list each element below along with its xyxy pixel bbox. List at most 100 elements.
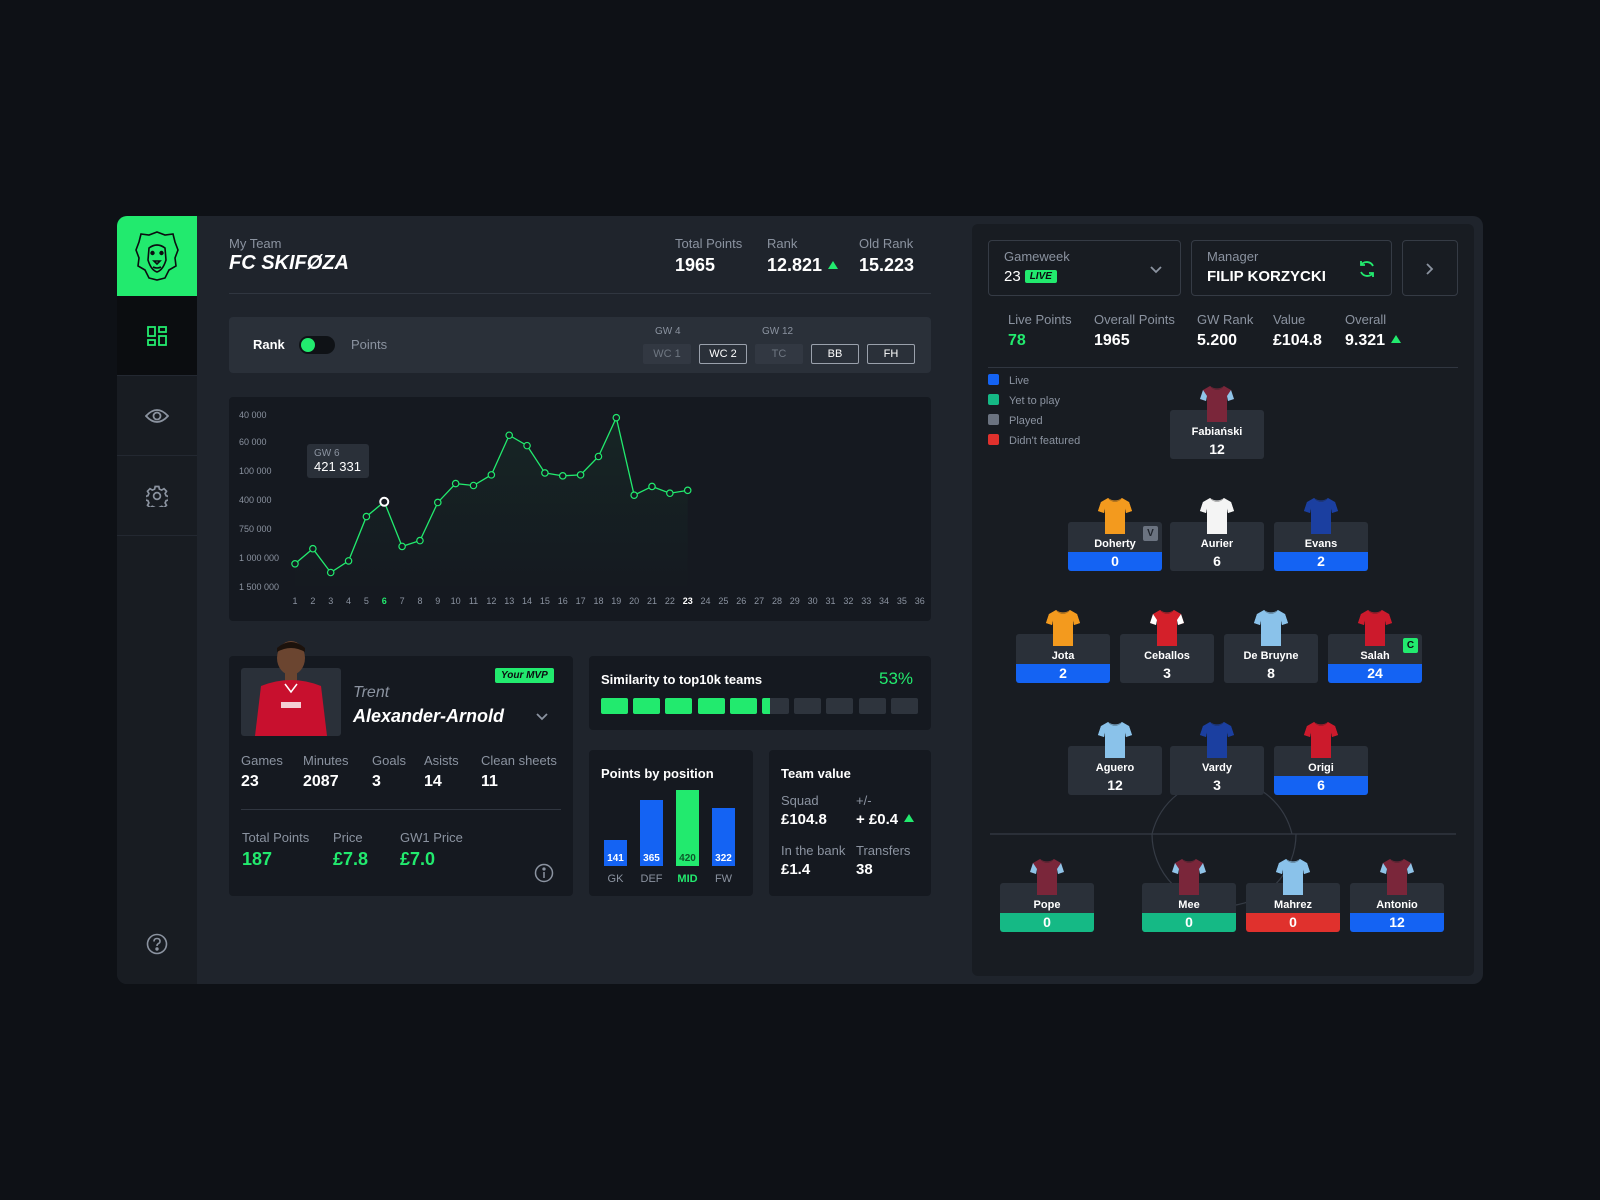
similarity-title: Similarity to top10k teams xyxy=(601,672,763,687)
chip-wc2[interactable]: WC 2 xyxy=(699,344,747,364)
rank-value: 12.821 xyxy=(767,255,839,276)
shirt-icon xyxy=(1200,722,1234,758)
x-tick-label: 29 xyxy=(790,596,800,606)
data-point[interactable] xyxy=(344,557,353,565)
position-bar[interactable]: 141 xyxy=(604,840,627,866)
shirt-icon xyxy=(1304,498,1338,534)
similarity-segment xyxy=(697,698,725,714)
player-card[interactable]: Salah 24 C xyxy=(1328,608,1422,684)
bank-label: In the bank xyxy=(781,843,846,858)
player-card[interactable]: Vardy 3 xyxy=(1170,720,1264,796)
player-card[interactable]: De Bruyne 8 xyxy=(1224,608,1318,684)
x-tick-label: 7 xyxy=(400,596,405,606)
player-card[interactable]: Mee 0 xyxy=(1142,857,1236,933)
similarity-segment-fill xyxy=(665,698,693,714)
data-point[interactable] xyxy=(541,469,549,477)
similarity-segment xyxy=(890,698,918,714)
data-point[interactable] xyxy=(416,536,424,545)
data-point[interactable] xyxy=(666,489,674,498)
mvp-card: Your MVP Trent Alexander-Arnold Games 23 M… xyxy=(229,641,573,896)
x-tick-label: 21 xyxy=(647,596,657,606)
player-card[interactable]: Pope 0 xyxy=(1000,857,1094,933)
data-point[interactable] xyxy=(630,491,638,499)
y-tick-label: 1 000 000 xyxy=(239,553,279,563)
lion-logo[interactable] xyxy=(117,216,197,296)
help-button[interactable] xyxy=(117,904,197,984)
player-points: 12 xyxy=(1068,776,1162,795)
data-point[interactable] xyxy=(612,413,621,422)
player-photo-icon xyxy=(255,641,327,736)
x-tick-label: 20 xyxy=(629,596,639,606)
data-point[interactable] xyxy=(487,471,496,479)
nav-watch[interactable] xyxy=(117,376,197,456)
player-points: 3 xyxy=(1120,664,1214,683)
shirt-icon xyxy=(1200,386,1234,422)
data-point[interactable] xyxy=(648,482,656,491)
y-tick-label: 60 000 xyxy=(239,437,267,447)
data-point[interactable] xyxy=(291,560,299,568)
mvp-last-name: Alexander-Arnold xyxy=(353,706,505,726)
position-bar[interactable]: 420 xyxy=(676,790,699,866)
data-point[interactable] xyxy=(379,496,390,507)
data-point[interactable] xyxy=(398,542,406,551)
mvp-stat: Games 23 xyxy=(241,753,283,791)
player-points: 8 xyxy=(1224,664,1318,683)
chip-wc1[interactable]: WC 1 xyxy=(643,344,691,364)
team-name: FC SKIFØZA xyxy=(229,252,349,274)
data-point[interactable] xyxy=(505,431,514,440)
mvp-price-stat: GW1 Price £7.0 xyxy=(400,830,463,870)
player-card[interactable]: Antonio 12 xyxy=(1350,857,1444,933)
data-point[interactable] xyxy=(576,471,585,479)
data-point[interactable] xyxy=(309,544,317,553)
player-card[interactable]: Mahrez 0 xyxy=(1246,857,1340,933)
player-points: 24 xyxy=(1328,664,1422,683)
position-label: GK xyxy=(607,873,624,885)
player-card[interactable]: Jota 2 xyxy=(1016,608,1110,684)
position-bar-value: 365 xyxy=(643,852,660,864)
chip-fh[interactable]: FH xyxy=(867,344,915,364)
player-card[interactable]: Doherty 0 V xyxy=(1068,496,1162,572)
position-bar[interactable]: 322 xyxy=(712,807,735,866)
nav-dashboard[interactable] xyxy=(117,296,197,376)
x-tick-label: 36 xyxy=(915,596,925,606)
shirt-icon xyxy=(1358,610,1392,646)
player-card[interactable]: Evans 2 xyxy=(1274,496,1368,572)
data-point[interactable] xyxy=(362,512,371,521)
player-card[interactable]: Origi 6 xyxy=(1274,720,1368,796)
mvp-stat: Clean sheets 11 xyxy=(481,753,557,791)
player-points: 0 xyxy=(1000,913,1094,932)
team-value-title: Team value xyxy=(781,766,851,781)
y-tick-label: 400 000 xyxy=(239,495,272,505)
similarity-segment xyxy=(762,698,789,714)
info-icon[interactable] xyxy=(534,863,554,883)
rank-points-toggle[interactable] xyxy=(299,336,335,354)
x-tick-label: 33 xyxy=(861,596,871,606)
data-point[interactable] xyxy=(594,452,603,461)
data-point[interactable] xyxy=(523,441,531,450)
data-point[interactable] xyxy=(434,498,442,507)
similarity-segment-fill xyxy=(729,698,757,714)
x-tick-label: 32 xyxy=(843,596,853,606)
player-card[interactable]: Ceballos 3 xyxy=(1120,608,1214,684)
shirt-icon xyxy=(1200,498,1234,534)
chip-bb[interactable]: BB xyxy=(811,344,859,364)
player-card[interactable]: Aguero 12 xyxy=(1068,720,1162,796)
dashboard-icon xyxy=(147,325,167,346)
nav-settings[interactable] xyxy=(117,456,197,536)
data-point[interactable] xyxy=(683,486,692,495)
x-tick-label: 25 xyxy=(718,596,728,606)
position-bar[interactable]: 365 xyxy=(640,799,663,866)
data-point[interactable] xyxy=(558,472,567,480)
x-tick-label: 34 xyxy=(879,596,889,606)
data-point[interactable] xyxy=(469,481,478,490)
data-point[interactable] xyxy=(326,568,335,577)
rank-chart[interactable]: 40 000 60 000 100 000 400 000 750 000 1 000 0… xyxy=(229,397,931,621)
player-card[interactable]: Aurier 6 xyxy=(1170,496,1264,572)
chevron-down-icon[interactable] xyxy=(535,712,549,722)
x-tick-label: 24 xyxy=(701,596,711,606)
player-card[interactable]: Fabiański 12 xyxy=(1170,384,1264,460)
data-point[interactable] xyxy=(451,479,460,488)
position-label: DEF xyxy=(640,873,663,885)
app-window: My Team FC SKIFØZA Total Points 1965 Ran… xyxy=(117,216,1483,984)
chip-tc[interactable]: TC xyxy=(755,344,803,364)
